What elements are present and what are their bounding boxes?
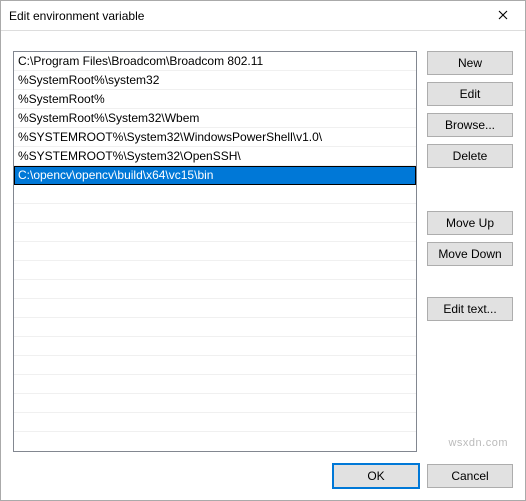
close-button[interactable] bbox=[480, 1, 525, 31]
list-item-empty[interactable] bbox=[14, 299, 416, 318]
list-item-empty[interactable] bbox=[14, 375, 416, 394]
edit-button[interactable]: Edit bbox=[427, 82, 513, 106]
list-item[interactable]: C:\Program Files\Broadcom\Broadcom 802.1… bbox=[14, 52, 416, 71]
button-sidebar: New Edit Browse... Delete Move Up Move D… bbox=[427, 51, 513, 452]
dialog-buttons: OK Cancel bbox=[13, 464, 513, 488]
list-item-empty[interactable] bbox=[14, 318, 416, 337]
list-item-empty[interactable] bbox=[14, 394, 416, 413]
cancel-button[interactable]: Cancel bbox=[427, 464, 513, 488]
list-item-empty[interactable] bbox=[14, 337, 416, 356]
list-item-empty[interactable] bbox=[14, 204, 416, 223]
titlebar: Edit environment variable bbox=[1, 1, 525, 31]
list-item-empty[interactable] bbox=[14, 223, 416, 242]
list-item-empty[interactable] bbox=[14, 261, 416, 280]
list-item-empty[interactable] bbox=[14, 280, 416, 299]
list-item-empty[interactable] bbox=[14, 185, 416, 204]
list-item[interactable]: %SYSTEMROOT%\System32\OpenSSH\ bbox=[14, 147, 416, 166]
list-item-empty[interactable] bbox=[14, 242, 416, 261]
edit-text-button[interactable]: Edit text... bbox=[427, 297, 513, 321]
window-title: Edit environment variable bbox=[9, 9, 144, 23]
move-up-button[interactable]: Move Up bbox=[427, 211, 513, 235]
spacer bbox=[427, 273, 513, 297]
move-down-button[interactable]: Move Down bbox=[427, 242, 513, 266]
delete-button[interactable]: Delete bbox=[427, 144, 513, 168]
close-icon bbox=[498, 9, 508, 23]
list-item[interactable]: %SYSTEMROOT%\System32\WindowsPowerShell\… bbox=[14, 128, 416, 147]
spacer bbox=[427, 175, 513, 211]
main-row: C:\Program Files\Broadcom\Broadcom 802.1… bbox=[13, 41, 513, 452]
list-item[interactable]: %SystemRoot%\System32\Wbem bbox=[14, 109, 416, 128]
list-item-empty[interactable] bbox=[14, 356, 416, 375]
list-item[interactable]: %SystemRoot%\system32 bbox=[14, 71, 416, 90]
new-button[interactable]: New bbox=[427, 51, 513, 75]
dialog-content: C:\Program Files\Broadcom\Broadcom 802.1… bbox=[1, 31, 525, 500]
list-item[interactable]: C:\opencv\opencv\build\x64\vc15\bin bbox=[14, 166, 416, 185]
browse-button[interactable]: Browse... bbox=[427, 113, 513, 137]
list-item-empty[interactable] bbox=[14, 413, 416, 432]
list-item[interactable]: %SystemRoot% bbox=[14, 90, 416, 109]
ok-button[interactable]: OK bbox=[333, 464, 419, 488]
path-list[interactable]: C:\Program Files\Broadcom\Broadcom 802.1… bbox=[13, 51, 417, 452]
